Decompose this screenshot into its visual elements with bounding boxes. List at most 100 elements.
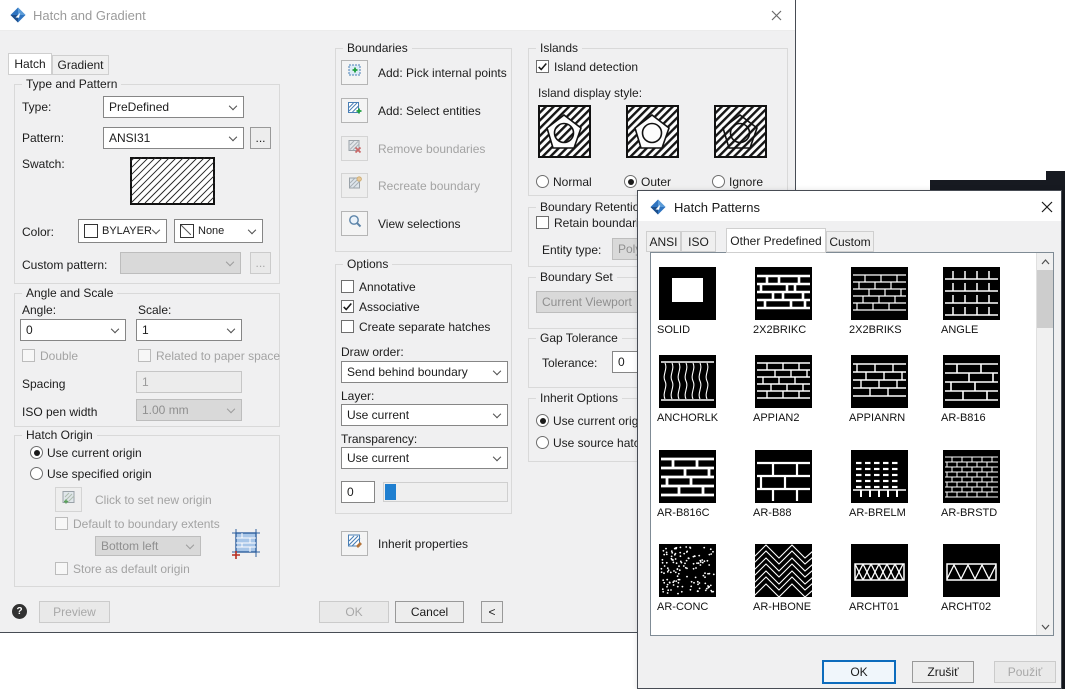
default-extents-label: Default to boundary extents: [73, 517, 220, 531]
pattern-dropdown[interactable]: ANSI31: [103, 127, 244, 149]
pattern-item-archt02[interactable]: ARCHT02: [943, 544, 1033, 613]
pattern-item-solid[interactable]: SOLID: [659, 267, 749, 336]
swatch-label: Swatch:: [22, 157, 65, 171]
island-outer-radio[interactable]: [624, 175, 637, 188]
tab-gradient[interactable]: Gradient: [52, 55, 109, 75]
set-origin-button: [55, 487, 82, 512]
use-specified-origin-radio[interactable]: [30, 467, 43, 480]
cancel-button[interactable]: Cancel: [395, 601, 464, 623]
pattern-swatch[interactable]: [851, 355, 908, 408]
pattern-item-anchorlk[interactable]: ANCHORLK: [659, 355, 749, 424]
pattern-browse-button[interactable]: ...: [250, 127, 271, 149]
pattern-item-appian2[interactable]: APPIAN2: [755, 355, 845, 424]
island-detection-checkbox[interactable]: [536, 60, 549, 73]
magnifier-icon: [347, 213, 363, 234]
close-icon[interactable]: [768, 7, 784, 23]
island-ignore-radio[interactable]: [712, 175, 725, 188]
retain-boundaries-checkbox[interactable]: [536, 216, 549, 229]
close-icon[interactable]: [1039, 199, 1055, 215]
pattern-list: SOLID2X2BRIKC2X2BRIKSANGLE ANCHORLK APPIAN…: [650, 252, 1054, 636]
pattern-item-ar-hbone[interactable]: AR-HBONE: [755, 544, 845, 613]
scrollbar-thumb[interactable]: [1037, 270, 1053, 328]
color-dropdown[interactable]: BYLAYER: [78, 219, 167, 243]
separate-hatches-checkbox[interactable]: [341, 320, 354, 333]
pattern-item-2x2briks[interactable]: 2X2BRIKS: [851, 267, 941, 336]
pattern-swatch[interactable]: [851, 267, 908, 320]
pick-points-icon: [347, 62, 363, 83]
cancel-button[interactable]: Zrušiť: [912, 661, 974, 683]
pattern-item-appianrn[interactable]: APPIANRN: [851, 355, 941, 424]
annotative-checkbox[interactable]: [341, 280, 354, 293]
pattern-label: ARCHT01: [849, 601, 941, 613]
pattern-swatch[interactable]: [943, 450, 1000, 503]
transparency-value-input[interactable]: 0: [341, 481, 375, 503]
use-source-hatch-radio[interactable]: [536, 436, 549, 449]
pattern-swatch[interactable]: [943, 267, 1000, 320]
pattern-label: APPIAN2: [753, 412, 845, 424]
tab-iso[interactable]: ISO: [681, 231, 716, 252]
island-normal-preview[interactable]: [538, 105, 591, 163]
tab-custom[interactable]: Custom: [826, 231, 874, 252]
scale-dropdown[interactable]: 1: [136, 319, 242, 341]
pattern-swatch[interactable]: [943, 355, 1000, 408]
pattern-item-ar-brstd[interactable]: AR-BRSTD: [943, 450, 1033, 519]
type-dropdown[interactable]: PreDefined: [103, 96, 244, 118]
pattern-item-archt01[interactable]: ARCHT01: [851, 544, 941, 613]
angle-dropdown[interactable]: 0: [20, 319, 126, 341]
collapse-button[interactable]: <: [481, 601, 503, 623]
dialog-title: Hatch Patterns: [674, 200, 760, 215]
pattern-item-ar-conc[interactable]: AR-CONC: [659, 544, 749, 613]
pattern-item-angle[interactable]: ANGLE: [943, 267, 1033, 336]
pattern-label: ANGLE: [941, 324, 1033, 336]
add-pick-points-button[interactable]: [341, 60, 368, 85]
draw-order-dropdown[interactable]: Send behind boundary: [341, 361, 508, 383]
pattern-swatch[interactable]: [659, 450, 716, 503]
scrollbar[interactable]: [1036, 253, 1053, 635]
slider-thumb[interactable]: [385, 484, 396, 500]
help-icon[interactable]: ?: [12, 604, 27, 619]
use-current-origin-radio[interactable]: [30, 446, 43, 459]
pattern-swatch[interactable]: [755, 544, 812, 597]
transparency-dropdown[interactable]: Use current: [341, 447, 508, 469]
use-current-origin-option-radio[interactable]: [536, 414, 549, 427]
scroll-up-icon[interactable]: [1037, 253, 1053, 270]
add-select-entities-button[interactable]: [341, 98, 368, 123]
view-selections-button[interactable]: [341, 211, 368, 236]
pattern-swatch[interactable]: [659, 267, 716, 320]
pattern-item-2x2brikc[interactable]: 2X2BRIKC: [755, 267, 845, 336]
pattern-swatch[interactable]: [943, 544, 1000, 597]
pattern-item-ar-brelm[interactable]: AR-BRELM: [851, 450, 941, 519]
tab-other-predefined[interactable]: Other Predefined: [726, 228, 826, 253]
ok-button[interactable]: OK: [822, 660, 896, 684]
island-ignore-preview[interactable]: [714, 105, 767, 163]
scroll-down-icon[interactable]: [1037, 618, 1053, 635]
use-current-origin-option-label: Use current origi: [553, 414, 641, 428]
pattern-swatch[interactable]: [659, 544, 716, 597]
tab-ansi[interactable]: ANSI: [646, 231, 681, 252]
pattern-swatch[interactable]: [755, 355, 812, 408]
transparency-slider[interactable]: [383, 482, 508, 502]
pattern-item-ar-b816c[interactable]: AR-B816C: [659, 450, 749, 519]
associative-label: Associative: [359, 300, 420, 314]
island-normal-radio[interactable]: [536, 175, 549, 188]
pattern-swatch[interactable]: [851, 544, 908, 597]
pattern-swatch[interactable]: [755, 450, 812, 503]
background-color-dropdown[interactable]: None: [174, 219, 263, 243]
inherit-properties-button[interactable]: [341, 531, 368, 556]
swatch-preview[interactable]: [130, 157, 215, 210]
layer-dropdown[interactable]: Use current: [341, 404, 508, 426]
pattern-item-ar-b88[interactable]: AR-B88: [755, 450, 845, 519]
pattern-swatch[interactable]: [659, 355, 716, 408]
associative-checkbox[interactable]: [341, 300, 354, 313]
set-origin-icon: [61, 489, 77, 510]
island-outer-preview[interactable]: [626, 105, 679, 163]
pattern-swatch[interactable]: [851, 450, 908, 503]
pattern-swatch[interactable]: [755, 267, 812, 320]
iso-pen-width-label: ISO pen width: [22, 405, 97, 419]
tab-hatch[interactable]: Hatch: [8, 53, 52, 75]
inherit-properties-icon: [347, 533, 363, 554]
remove-boundaries-icon: [347, 138, 363, 159]
custom-pattern-dropdown: [120, 252, 241, 274]
type-label: Type:: [22, 100, 51, 114]
pattern-item-ar-b816[interactable]: AR-B816: [943, 355, 1033, 424]
